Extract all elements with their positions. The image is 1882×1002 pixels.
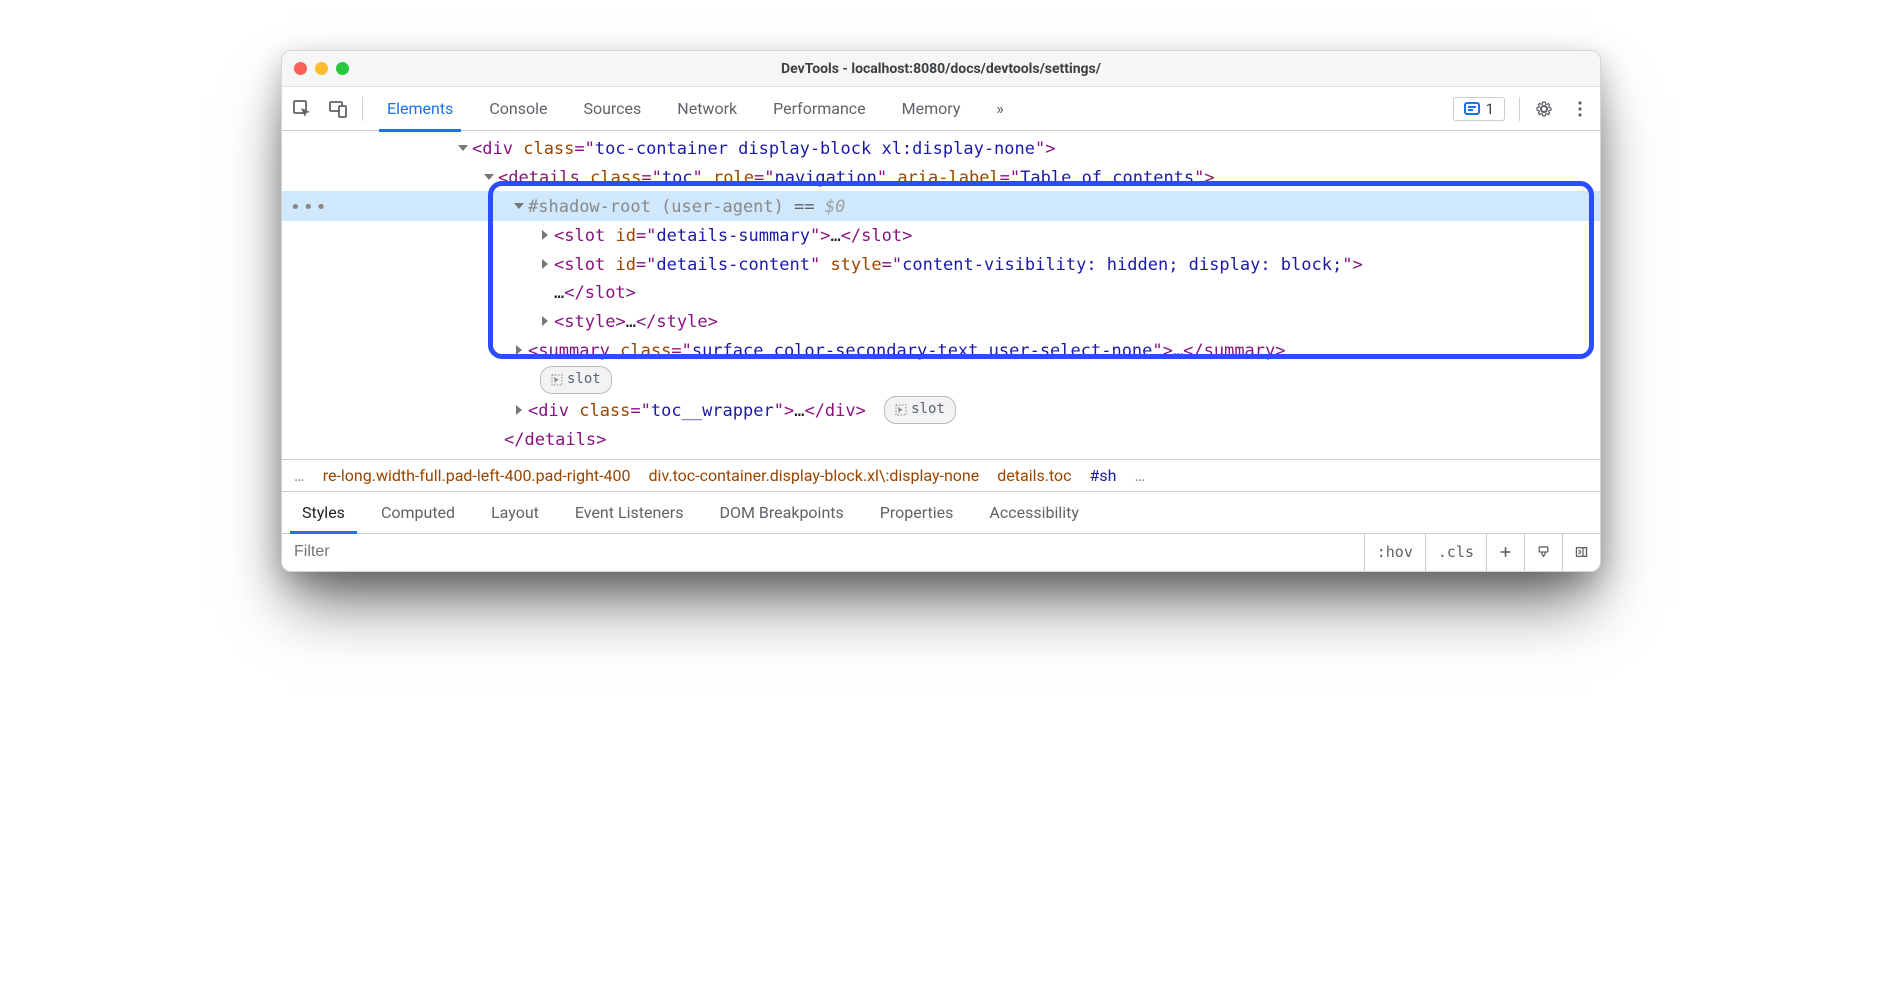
expand-icon[interactable] [484, 174, 494, 180]
main-toolbar: Elements Console Sources Network Perform… [282, 87, 1600, 131]
close-icon[interactable] [294, 62, 307, 75]
dom-node-details[interactable]: <details class="toc" role="navigation" a… [282, 164, 1600, 193]
styles-pane-tabs: Styles Computed Layout Event Listeners D… [282, 491, 1600, 533]
kebab-icon[interactable] [1562, 87, 1598, 131]
gutter-dots[interactable]: ••• [290, 193, 329, 224]
toggle-computed-sidebar-icon[interactable] [1562, 534, 1600, 571]
styles-filter-bar: :hov .cls [282, 533, 1600, 571]
tab-dom-breakpoints[interactable]: DOM Breakpoints [701, 491, 861, 533]
traffic-lights [294, 62, 349, 75]
dom-breadcrumbs[interactable]: … re-long.width-full.pad-left-400.pad-ri… [282, 459, 1600, 491]
new-style-rule-icon[interactable] [1486, 534, 1524, 571]
slot-pill-label: slot [567, 368, 601, 392]
tab-sources[interactable]: Sources [565, 87, 659, 131]
tab-elements[interactable]: Elements [369, 87, 471, 131]
expand-icon[interactable] [542, 259, 548, 269]
elements-tree[interactable]: ••• <div class="toc-container display-bl… [282, 131, 1600, 459]
tab-accessibility[interactable]: Accessibility [971, 491, 1097, 533]
dom-node-style[interactable]: <style>…</style> [282, 308, 1600, 337]
expand-icon[interactable] [514, 203, 524, 209]
tab-properties[interactable]: Properties [862, 491, 972, 533]
slot-badge-row: slot [282, 366, 1600, 396]
paint-brush-icon[interactable] [1524, 534, 1562, 571]
styles-filter-input[interactable] [282, 534, 1364, 571]
breadcrumb[interactable]: details.toc [997, 466, 1071, 485]
crumbs-overflow-right[interactable]: … [1134, 466, 1145, 485]
dom-node-details-close[interactable]: </details> [282, 426, 1600, 455]
breadcrumb[interactable]: re-long.width-full.pad-left-400.pad-righ… [323, 466, 631, 485]
gear-icon[interactable] [1526, 87, 1562, 131]
reveal-slot-pill[interactable]: slot [540, 366, 612, 394]
issues-button[interactable]: 1 [1453, 97, 1505, 121]
tab-computed[interactable]: Computed [363, 491, 473, 533]
dom-node-slot-content[interactable]: <slot id="details-content" style="conten… [282, 251, 1600, 280]
dom-node-toc-wrapper[interactable]: <div class="toc__wrapper">…</div> slot [282, 396, 1600, 426]
tab-console[interactable]: Console [471, 87, 565, 131]
expand-icon[interactable] [458, 145, 468, 151]
toolbar-separator [362, 97, 363, 121]
minimize-icon[interactable] [315, 62, 328, 75]
tab-performance[interactable]: Performance [755, 87, 884, 131]
tab-styles[interactable]: Styles [284, 491, 363, 533]
expand-icon[interactable] [516, 405, 522, 415]
inspect-icon[interactable] [284, 87, 320, 131]
crumbs-overflow-left[interactable]: … [294, 466, 305, 485]
dom-node-shadow-root[interactable]: #shadow-root (user-agent) == $0 [282, 193, 1600, 222]
slot-pill-label: slot [911, 398, 945, 422]
dom-node-slot-content-close[interactable]: …</slot> [282, 279, 1600, 308]
reveal-slot-pill[interactable]: slot [884, 396, 956, 424]
tab-layout[interactable]: Layout [473, 491, 557, 533]
window-titlebar: DevTools - localhost:8080/docs/devtools/… [282, 51, 1600, 87]
expand-icon[interactable] [542, 230, 548, 240]
panel-tabs: Elements Console Sources Network Perform… [369, 87, 1022, 131]
breadcrumb[interactable]: div.toc-container.display-block.xl\:disp… [649, 466, 980, 485]
expand-icon[interactable] [542, 316, 548, 326]
cls-toggle[interactable]: .cls [1425, 534, 1486, 571]
breadcrumb-active[interactable]: #sh [1090, 466, 1117, 485]
toolbar-separator [1519, 97, 1520, 121]
dom-node-div[interactable]: <div class="toc-container display-block … [282, 135, 1600, 164]
expand-icon[interactable] [516, 345, 522, 355]
hov-toggle[interactable]: :hov [1364, 534, 1425, 571]
window-title: DevTools - localhost:8080/docs/devtools/… [282, 61, 1600, 77]
tab-network[interactable]: Network [659, 87, 755, 131]
more-tabs-icon[interactable]: » [978, 87, 1022, 131]
dom-node-slot-summary[interactable]: <slot id="details-summary">…</slot> [282, 222, 1600, 251]
issues-count: 1 [1486, 100, 1494, 118]
tab-event-listeners[interactable]: Event Listeners [557, 491, 702, 533]
devtools-window: DevTools - localhost:8080/docs/devtools/… [281, 50, 1601, 572]
device-toggle-icon[interactable] [320, 87, 356, 131]
zoom-icon[interactable] [336, 62, 349, 75]
tab-memory[interactable]: Memory [884, 87, 979, 131]
dom-node-summary[interactable]: <summary class="surface color-secondary-… [282, 337, 1600, 366]
